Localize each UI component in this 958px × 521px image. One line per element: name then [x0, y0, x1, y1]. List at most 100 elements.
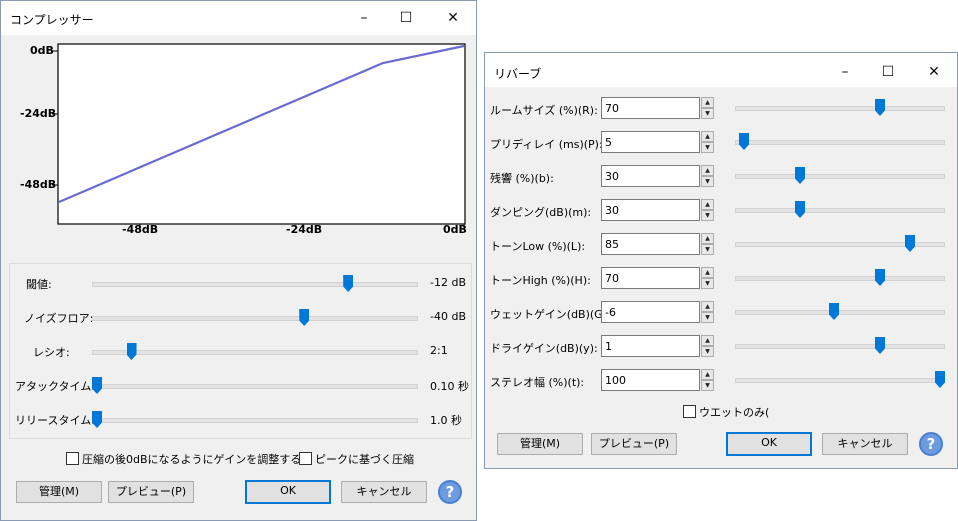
makeup-gain-checkbox[interactable]: [66, 452, 79, 465]
spin-down-icon[interactable]: ▼: [701, 176, 714, 187]
spin-down-icon[interactable]: ▼: [701, 108, 714, 119]
param-slider-thumb[interactable]: [875, 269, 885, 286]
maximize-icon[interactable]: ☐: [385, 1, 427, 35]
close-icon[interactable]: ✕: [432, 1, 474, 35]
param-slider-thumb[interactable]: [875, 337, 885, 354]
help-icon[interactable]: ?: [919, 432, 943, 456]
wet-only-checkbox[interactable]: [683, 405, 696, 418]
param-label: ルームサイズ (%)(R):: [490, 104, 598, 117]
param-spinner[interactable]: ▲ ▼: [701, 369, 714, 391]
param-input-value: 5: [605, 136, 612, 149]
manage-button[interactable]: 管理(M): [497, 433, 583, 455]
param-spinner[interactable]: ▲ ▼: [701, 233, 714, 255]
slider-track[interactable]: [92, 418, 418, 423]
slider-label: 閾値:: [26, 278, 52, 291]
param-slider-track[interactable]: [735, 378, 945, 383]
param-input[interactable]: 30: [601, 165, 700, 187]
param-input[interactable]: 1: [601, 335, 700, 357]
wet-only-label: ウエットのみ(: [699, 406, 770, 419]
param-spinner[interactable]: ▲ ▼: [701, 165, 714, 187]
param-spinner[interactable]: ▲ ▼: [701, 335, 714, 357]
spin-down-icon[interactable]: ▼: [701, 380, 714, 391]
param-slider-track[interactable]: [735, 344, 945, 349]
slider-track[interactable]: [92, 384, 418, 389]
param-spinner[interactable]: ▲ ▼: [701, 267, 714, 289]
param-slider-thumb[interactable]: [739, 133, 749, 150]
slider-value: -12 dB: [430, 276, 466, 289]
spin-up-icon[interactable]: ▲: [701, 165, 714, 176]
param-spinner[interactable]: ▲ ▼: [701, 131, 714, 153]
param-slider-track[interactable]: [735, 310, 945, 315]
spin-up-icon[interactable]: ▲: [701, 199, 714, 210]
param-slider-track[interactable]: [735, 106, 945, 111]
param-input[interactable]: 70: [601, 97, 700, 119]
ok-button[interactable]: OK: [726, 432, 812, 456]
spin-down-icon[interactable]: ▼: [701, 346, 714, 357]
slider-label: ノイズフロア:: [24, 312, 94, 325]
compressor-window: コンプレッサー – ☐ ✕ 0dB -24dB -48dB -48dB -24d…: [0, 0, 477, 521]
makeup-gain-label: 圧縮の後0dBになるようにゲインを調整する: [82, 453, 302, 466]
param-input[interactable]: 100: [601, 369, 700, 391]
slider-value: 1.0 秒: [430, 414, 462, 427]
x-tick-label: -48dB: [122, 223, 159, 236]
param-slider-thumb[interactable]: [875, 99, 885, 116]
spin-up-icon[interactable]: ▲: [701, 369, 714, 380]
preview-button[interactable]: プレビュー(P): [591, 433, 677, 455]
param-slider-track[interactable]: [735, 174, 945, 179]
spin-down-icon[interactable]: ▼: [701, 142, 714, 153]
spin-up-icon[interactable]: ▲: [701, 131, 714, 142]
param-input[interactable]: 85: [601, 233, 700, 255]
help-icon[interactable]: ?: [438, 480, 462, 504]
param-slider-thumb[interactable]: [905, 235, 915, 252]
param-input-value: 70: [605, 272, 619, 285]
slider-label: アタックタイム:: [15, 380, 96, 393]
param-label: 残響 (%)(b):: [490, 172, 554, 185]
param-input[interactable]: 70: [601, 267, 700, 289]
slider-track[interactable]: [92, 316, 418, 321]
param-slider-thumb[interactable]: [795, 167, 805, 184]
spin-up-icon[interactable]: ▲: [701, 267, 714, 278]
param-input[interactable]: -6: [601, 301, 700, 323]
param-slider-track[interactable]: [735, 276, 945, 281]
spin-down-icon[interactable]: ▼: [701, 278, 714, 289]
cancel-button[interactable]: キャンセル: [822, 433, 908, 455]
slider-track[interactable]: [92, 350, 418, 355]
cancel-button[interactable]: キャンセル: [341, 481, 427, 503]
param-label: トーンLow (%)(L):: [490, 240, 586, 253]
param-slider-thumb[interactable]: [935, 371, 945, 388]
reverb-window: リバーブ – ☐ ✕ ルームサイズ (%)(R): 70 ▲ ▼ プリディレイ (ms)…: [484, 52, 958, 469]
param-spinner[interactable]: ▲ ▼: [701, 97, 714, 119]
param-label: トーンHigh (%)(H):: [490, 274, 591, 287]
spin-up-icon[interactable]: ▲: [701, 233, 714, 244]
preview-button[interactable]: プレビュー(P): [108, 481, 194, 503]
param-slider-track[interactable]: [735, 208, 945, 213]
param-label: ウェットゲイン(dB)(G):: [490, 308, 611, 321]
peak-compress-checkbox[interactable]: [299, 452, 312, 465]
param-spinner[interactable]: ▲ ▼: [701, 301, 714, 323]
minimize-icon[interactable]: –: [343, 1, 385, 35]
spin-down-icon[interactable]: ▼: [701, 244, 714, 255]
close-icon[interactable]: ✕: [913, 55, 955, 89]
manage-button[interactable]: 管理(M): [16, 481, 102, 503]
slider-value: 2:1: [430, 344, 448, 357]
ok-button[interactable]: OK: [245, 480, 331, 504]
param-input[interactable]: 30: [601, 199, 700, 221]
slider-track[interactable]: [92, 282, 418, 287]
param-input-value: 85: [605, 238, 619, 251]
spin-down-icon[interactable]: ▼: [701, 210, 714, 221]
spin-up-icon[interactable]: ▲: [701, 301, 714, 312]
param-slider-track[interactable]: [735, 140, 945, 145]
spin-down-icon[interactable]: ▼: [701, 312, 714, 323]
maximize-icon[interactable]: ☐: [867, 55, 909, 89]
param-label: ダンピング(dB)(m):: [490, 206, 592, 219]
minimize-icon[interactable]: –: [824, 55, 866, 89]
param-input-value: 30: [605, 170, 619, 183]
compressor-curve-graph: [52, 43, 466, 230]
param-slider-thumb[interactable]: [795, 201, 805, 218]
param-slider-thumb[interactable]: [829, 303, 839, 320]
param-input[interactable]: 5: [601, 131, 700, 153]
spin-up-icon[interactable]: ▲: [701, 97, 714, 108]
spin-up-icon[interactable]: ▲: [701, 335, 714, 346]
param-spinner[interactable]: ▲ ▼: [701, 199, 714, 221]
graph-plot-area: [57, 43, 466, 225]
